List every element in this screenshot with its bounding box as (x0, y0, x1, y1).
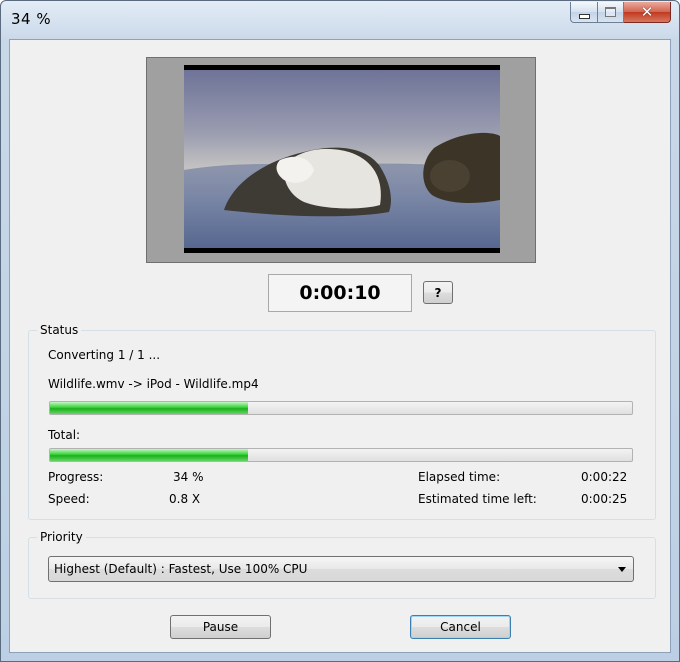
priority-select[interactable]: Highest (Default) : Fastest, Use 100% CP… (48, 556, 634, 582)
priority-selected-value: Highest (Default) : Fastest, Use 100% CP… (54, 562, 308, 576)
total-label: Total: (48, 428, 81, 442)
video-frame-image (184, 70, 500, 248)
video-preview (184, 65, 500, 253)
status-group-label: Status (37, 323, 82, 337)
total-progress-fill (50, 449, 248, 461)
close-icon: ✕ (640, 2, 654, 21)
time-left-value: 0:00:25 (581, 492, 628, 506)
chevron-down-icon (618, 567, 626, 572)
elapsed-time-value: 0:00:22 (581, 470, 628, 484)
time-left-label: Estimated time left: (418, 492, 537, 506)
priority-group: Priority Highest (Default) : Fastest, Us… (28, 530, 656, 599)
status-group: Status Converting 1 / 1 ... Wildlife.wmv… (28, 323, 656, 520)
pause-button[interactable]: Pause (170, 615, 271, 639)
close-button[interactable]: ✕ (624, 2, 671, 23)
video-preview-frame (146, 57, 536, 263)
file-progress-fill (50, 402, 248, 414)
window-title: 34 % (11, 10, 52, 28)
speed-value: 0.8 X (169, 492, 201, 506)
help-button[interactable]: ? (423, 281, 453, 304)
maximize-button[interactable] (598, 2, 624, 23)
priority-group-label: Priority (37, 530, 86, 544)
converting-status-text: Converting 1 / 1 ... (48, 348, 161, 362)
cancel-button[interactable]: Cancel (410, 615, 511, 639)
progress-value: 34 % (173, 470, 204, 484)
speed-label: Speed: (48, 492, 90, 506)
dialog-client-area: 0:00:10 ? Status Converting 1 / 1 ... Wi… (9, 39, 671, 653)
file-progress-bar (49, 401, 633, 415)
elapsed-time-label: Elapsed time: (418, 470, 501, 484)
title-bar[interactable]: 34 % ✕ (1, 1, 679, 37)
caption-buttons: ✕ (570, 2, 671, 24)
timecode-display: 0:00:10 (268, 274, 412, 312)
file-conversion-text: Wildlife.wmv -> iPod - Wildlife.mp4 (48, 377, 259, 391)
maximize-icon (605, 7, 616, 17)
converter-window: 34 % ✕ 0:00:10 ? Status Converting 1 / 1… (0, 0, 680, 662)
total-progress-bar (49, 448, 633, 462)
minimize-icon (578, 13, 590, 19)
minimize-button[interactable] (570, 2, 598, 23)
progress-label: Progress: (48, 470, 104, 484)
